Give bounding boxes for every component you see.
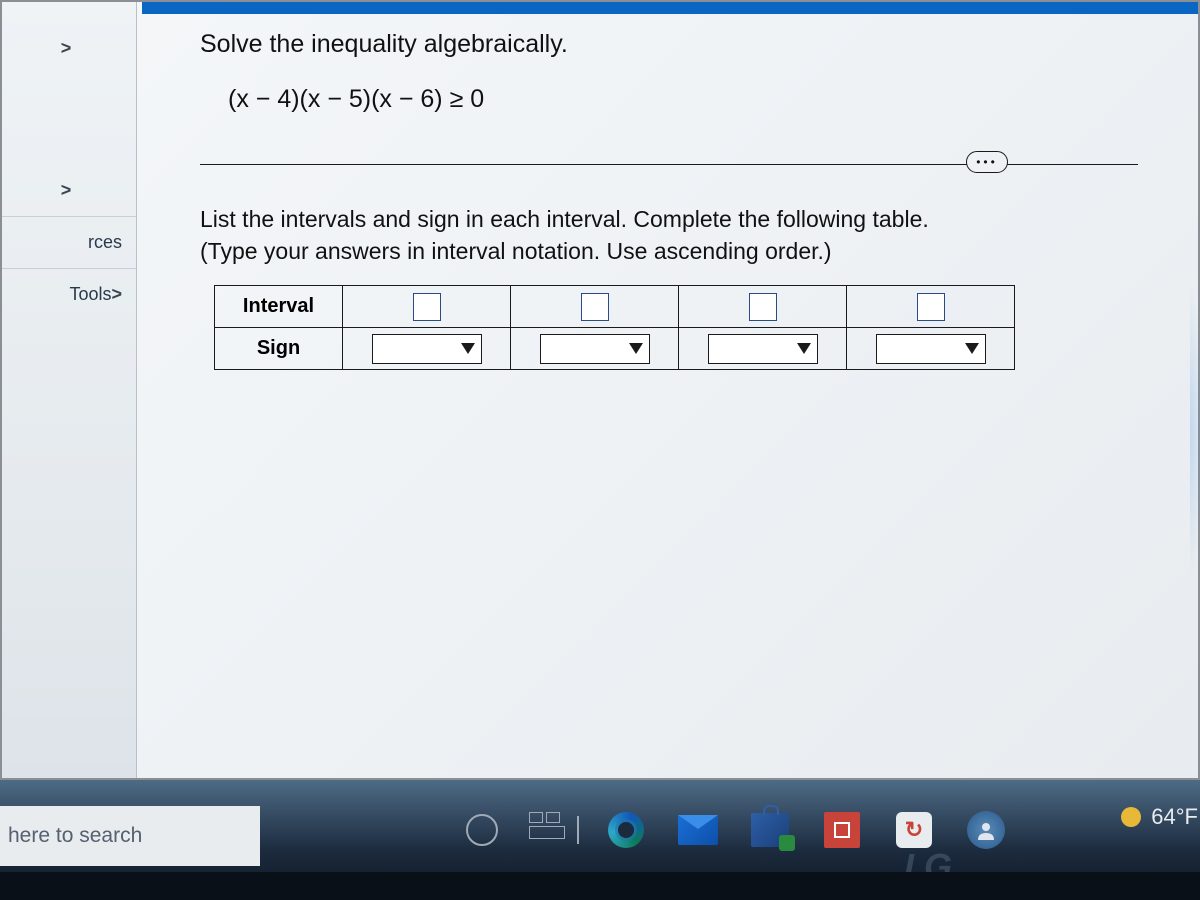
question-block: Solve the inequality algebraically. (x −… — [152, 16, 1186, 134]
sign-cell-3 — [679, 328, 847, 370]
sidebar: > > rces Tools > — [2, 2, 137, 778]
sign-dropdown-3[interactable] — [708, 334, 818, 364]
chevron-down-icon — [461, 343, 475, 354]
app-header-bar — [142, 2, 1198, 14]
chevron-down-icon — [629, 343, 643, 354]
sign-dropdown-4[interactable] — [876, 334, 986, 364]
answer-instructions: List the intervals and sign in each inte… — [200, 203, 1138, 267]
instr-line-2: (Type your answers in interval notation.… — [200, 238, 832, 264]
weather-widget[interactable]: 64°F — [1121, 804, 1198, 830]
sign-cell-1 — [343, 328, 511, 370]
table-row-interval: Interval — [215, 286, 1015, 328]
app-icon-square[interactable] — [820, 808, 864, 852]
answer-block: List the intervals and sign in each inte… — [152, 165, 1186, 390]
sidebar-item-label: rces — [88, 232, 122, 253]
sidebar-toggle-2[interactable]: > — [2, 164, 136, 216]
chevron-right-icon: > — [61, 180, 72, 201]
store-icon[interactable] — [748, 808, 792, 852]
app-icon-generic[interactable] — [964, 808, 1008, 852]
chevron-down-icon — [965, 343, 979, 354]
sign-dropdown-1[interactable] — [372, 334, 482, 364]
sidebar-item-label: Tools — [69, 284, 111, 305]
task-view-icon[interactable] — [532, 808, 576, 852]
interval-input-1[interactable] — [413, 293, 441, 321]
table-row-sign: Sign — [215, 328, 1015, 370]
sidebar-toggle-1[interactable]: > — [2, 22, 136, 74]
sign-cell-2 — [511, 328, 679, 370]
chevron-right-icon: > — [111, 284, 122, 305]
more-button[interactable]: ••• — [966, 151, 1008, 173]
question-content: Solve the inequality algebraically. (x −… — [152, 16, 1186, 778]
mail-icon[interactable] — [676, 808, 720, 852]
cortana-icon[interactable] — [460, 808, 504, 852]
interval-cell-4 — [847, 286, 1015, 328]
windows-taskbar: here to search ↻ 64°F LG — [0, 780, 1200, 900]
interval-input-4[interactable] — [917, 293, 945, 321]
sidebar-item-tools[interactable]: Tools > — [2, 268, 136, 320]
edge-browser-icon[interactable] — [604, 808, 648, 852]
homework-viewport: > > rces Tools > Solve the inequality al… — [0, 0, 1200, 780]
screen-edge-glow — [1190, 282, 1200, 578]
chevron-right-icon: > — [61, 38, 72, 59]
taskbar-search[interactable]: here to search — [0, 806, 260, 866]
search-placeholder: here to search — [8, 824, 142, 848]
instr-line-1: List the intervals and sign in each inte… — [200, 206, 929, 232]
sun-icon — [1121, 807, 1141, 827]
interval-input-3[interactable] — [749, 293, 777, 321]
interval-cell-1 — [343, 286, 511, 328]
row-header-sign: Sign — [215, 328, 343, 370]
sign-cell-4 — [847, 328, 1015, 370]
section-divider: ••• — [200, 164, 1138, 165]
interval-input-2[interactable] — [581, 293, 609, 321]
question-prompt: Solve the inequality algebraically. — [200, 30, 1144, 59]
row-header-interval: Interval — [215, 286, 343, 328]
question-equation: (x − 4)(x − 5)(x − 6) ≥ 0 — [200, 85, 1144, 114]
monitor-bezel — [0, 872, 1200, 900]
weather-temp: 64°F — [1151, 804, 1198, 830]
interval-cell-2 — [511, 286, 679, 328]
chevron-down-icon — [797, 343, 811, 354]
sign-dropdown-2[interactable] — [540, 334, 650, 364]
interval-sign-table: Interval Sign — [214, 285, 1015, 370]
interval-cell-3 — [679, 286, 847, 328]
sidebar-item-resources[interactable]: rces — [2, 216, 136, 268]
